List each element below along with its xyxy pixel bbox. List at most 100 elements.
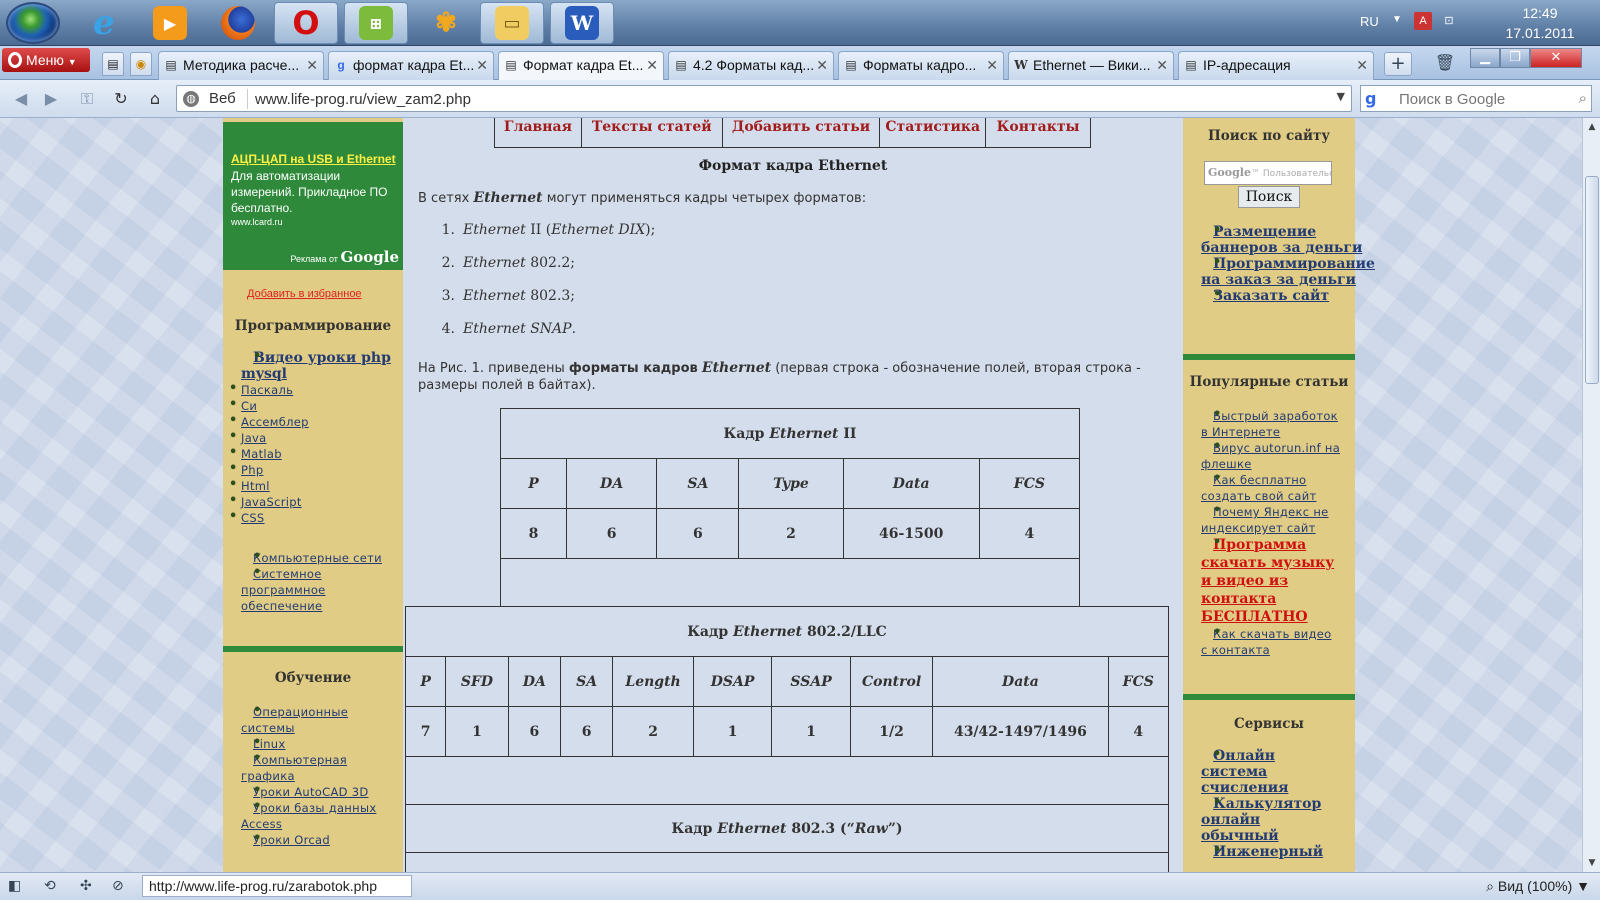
search-input[interactable] — [1399, 88, 1549, 110]
close-icon[interactable]: ✕ — [306, 52, 318, 79]
sidebar-link[interactable]: Онлайн система счисления — [1201, 748, 1288, 796]
tab-3-active[interactable]: ▤ Формат кадра Et... ✕ — [498, 51, 664, 81]
closed-tabs-button[interactable]: 🗑 — [1432, 52, 1458, 76]
restore-button[interactable]: ❐ — [1500, 48, 1530, 68]
wand-button[interactable]: ⚿ — [74, 87, 100, 111]
sidebar-link[interactable]: Уроки Orcad — [253, 833, 330, 847]
sidebar-link[interactable]: Matlab — [241, 447, 282, 461]
tab-6[interactable]: W Ethernet — Вики... ✕ — [1008, 51, 1174, 80]
back-button[interactable]: ◀ — [8, 87, 34, 111]
sidebar-link[interactable]: Операционные системы — [241, 705, 348, 735]
sidebar-link[interactable]: Инженерный — [1213, 844, 1323, 860]
sidebar-link[interactable]: Вирус autorun.inf на флешке — [1201, 441, 1340, 471]
keyboard-layout-icon[interactable]: A — [1414, 12, 1432, 30]
tab-2[interactable]: g формат кадра Et... ✕ — [328, 51, 494, 80]
block-icon[interactable]: ⊘ — [112, 878, 124, 894]
file-explorer-taskbar-button[interactable]: ▭ — [480, 2, 544, 44]
nav-statistics[interactable]: Статистика — [880, 118, 987, 147]
nav-contacts[interactable]: Контакты — [986, 118, 1090, 147]
search-engine-box[interactable]: g ⌕ — [1360, 85, 1592, 112]
sidebar-link[interactable]: Системное программное обеспечение — [241, 567, 326, 613]
chevron-down-icon[interactable]: ▼ — [1392, 14, 1402, 25]
google-ad-block[interactable]: АЦП-ЦАП на USB и Ethernet Для автоматиза… — [223, 122, 403, 270]
sidebar-link[interactable]: Си — [241, 399, 257, 413]
reload-button[interactable]: ↻ — [108, 87, 134, 111]
word-taskbar-button[interactable]: W — [550, 2, 614, 44]
home-button[interactable]: ⌂ — [142, 87, 168, 111]
sidebar-link[interactable]: Уроки базы данных Access — [241, 801, 376, 831]
sidebar-link[interactable]: Компьютерная графика — [241, 753, 347, 783]
sidebar-link[interactable]: Как бесплатно создать свой сайт — [1201, 473, 1317, 503]
sidebar-link[interactable]: Калькулятор онлайн обычный — [1201, 796, 1321, 844]
sidebar-link[interactable]: Linux — [253, 737, 286, 751]
sidebar-link[interactable]: Почему Яндекс не индексирует сайт — [1201, 505, 1329, 535]
scroll-down-icon[interactable]: ▼ — [1583, 854, 1600, 872]
address-bar[interactable]: ◍ Веб ▼ — [176, 85, 1352, 112]
panel-toggle-icon[interactable]: ◧ — [8, 878, 21, 894]
search-icon[interactable]: ⌕ — [1579, 89, 1587, 107]
add-to-favorites-link[interactable]: Добавить в избранное — [247, 288, 362, 300]
tab-4[interactable]: ▤ 4.2 Форматы кад... ✕ — [668, 51, 834, 80]
highlight-link[interactable]: Программа скачать музыку и видео из конт… — [1201, 537, 1334, 625]
site-search-button[interactable]: Поиск — [1238, 186, 1300, 208]
nav-articles[interactable]: Тексты статей — [582, 118, 723, 147]
scrollbar-thumb[interactable] — [1585, 176, 1599, 384]
sidebar-link[interactable]: Паскаль — [241, 383, 293, 397]
start-button[interactable] — [6, 2, 60, 44]
media-player-taskbar-button[interactable]: ▶ — [138, 2, 202, 44]
sidebar-link[interactable]: Программирование на заказ за деньги — [1201, 256, 1375, 288]
tab-7[interactable]: ▤ IP-адресация ✕ — [1178, 51, 1374, 80]
clock-time[interactable]: 12:49 — [1500, 5, 1580, 21]
close-icon[interactable]: ✕ — [986, 52, 998, 79]
scroll-up-icon[interactable]: ▲ — [1583, 118, 1600, 136]
site-search-input[interactable]: Google™ Пользовательс — [1204, 161, 1332, 185]
sidebar-link[interactable]: Уроки AutoCAD 3D — [253, 785, 369, 799]
close-icon[interactable]: ✕ — [476, 52, 488, 79]
sidebar-link[interactable]: Заказать сайт — [1213, 288, 1329, 304]
sidebar-link[interactable]: Быстрый заработок в Интернете — [1201, 409, 1338, 439]
tab-5[interactable]: ▤ Форматы кадро... ✕ — [838, 51, 1004, 80]
nav-home[interactable]: Главная — [495, 118, 582, 147]
sidebar-link[interactable]: Ассемблер — [241, 415, 309, 429]
close-icon[interactable]: ✕ — [646, 52, 658, 79]
new-tab-button[interactable]: + — [1384, 52, 1412, 76]
zoom-control[interactable]: ⌕ Вид (100%) ▼ — [1486, 878, 1590, 895]
internet-explorer-taskbar-button[interactable]: e — [72, 2, 136, 44]
opera-taskbar-button[interactable]: O — [274, 2, 338, 44]
ads-by-google[interactable]: Реклама от Google — [290, 248, 399, 266]
vertical-scrollbar[interactable]: ▲ ▼ — [1582, 118, 1600, 872]
pinned-tab[interactable]: ◉ — [130, 52, 152, 76]
close-icon[interactable]: ✕ — [1156, 52, 1168, 79]
close-icon[interactable]: ✕ — [1356, 52, 1368, 79]
language-indicator[interactable]: RU — [1360, 14, 1379, 29]
sidebar-link[interactable]: Java — [241, 431, 267, 445]
forward-button[interactable]: ▶ — [38, 87, 64, 111]
google-icon[interactable]: g — [1365, 89, 1376, 108]
firefox-taskbar-button[interactable] — [206, 2, 270, 44]
speed-dial-tab[interactable]: ▤ — [102, 52, 124, 76]
sidebar-link[interactable]: Компьютерные сети — [253, 551, 382, 565]
network-icon[interactable]: ⊡ — [1440, 12, 1458, 30]
minimize-button[interactable]: ▁ — [1470, 48, 1500, 68]
opera-menu-button[interactable]: Меню ▼ — [2, 48, 90, 72]
sync-icon[interactable]: ⟲ — [44, 878, 56, 894]
turbo-icon[interactable]: ✣ — [80, 878, 92, 894]
sidebar-link[interactable]: Html — [241, 479, 270, 493]
chevron-down-icon[interactable]: ▼ — [1337, 90, 1345, 103]
video-lessons-link[interactable]: Видео уроки php mysql — [241, 350, 391, 382]
clock-date[interactable]: 17.01.2011 — [1490, 25, 1590, 41]
sidebar-link[interactable]: JavaScript — [241, 495, 302, 509]
network-tool-taskbar-button[interactable]: ⊞ — [344, 2, 408, 44]
sidebar-link[interactable]: Php — [241, 463, 263, 477]
ad-url[interactable]: www.lcard.ru — [231, 217, 397, 227]
sidebar-link[interactable]: Размещение баннеров за деньги — [1201, 224, 1362, 256]
sidebar-link[interactable]: Как скачать видео с контакта — [1201, 627, 1332, 657]
butterfly-app-taskbar-button[interactable]: ✾ — [414, 2, 478, 44]
window-close-button[interactable]: ✕ — [1530, 48, 1582, 68]
close-icon[interactable]: ✕ — [816, 52, 828, 79]
ad-title[interactable]: АЦП-ЦАП на USB и Ethernet — [231, 152, 397, 166]
sidebar-link[interactable]: CSS — [241, 511, 265, 525]
url-input[interactable] — [255, 88, 1315, 110]
tab-1[interactable]: ▤ Методика расче... ✕ — [158, 51, 324, 80]
nav-add-articles[interactable]: Добавить статьи — [723, 118, 881, 147]
